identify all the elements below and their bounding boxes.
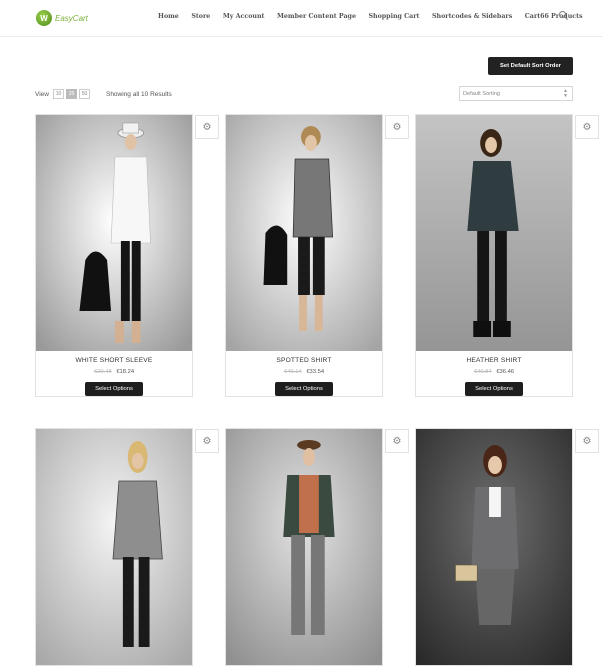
top-navigation-bar: W EasyCart Home Store My Account Member … (0, 0, 603, 37)
view-per-page: View 10 25 50 Showing all 10 Results (35, 89, 172, 99)
product-name[interactable]: HEATHER SHIRT (416, 357, 572, 364)
view-label: View (35, 90, 49, 98)
product-card[interactable] (415, 428, 573, 666)
product-card[interactable]: WHITE SHORT SLEEVE €20.48 €18.24 Select … (35, 114, 193, 397)
product-card[interactable]: SPOTTED SHIRT €40.14 €33.54 Select Optio… (225, 114, 383, 397)
gear-icon: ⚙ (202, 435, 212, 447)
gear-icon: ⚙ (582, 435, 592, 447)
quick-view-button[interactable]: ⚙ (385, 115, 409, 139)
product-image[interactable] (416, 429, 572, 665)
nav-shortcodes-sidebars[interactable]: Shortcodes & Sidebars (432, 13, 512, 20)
product-card[interactable] (35, 428, 193, 666)
quick-view-button[interactable]: ⚙ (575, 115, 599, 139)
page-size-10[interactable]: 10 (52, 89, 64, 99)
quick-view-button[interactable]: ⚙ (385, 429, 409, 453)
nav-my-account[interactable]: My Account (223, 13, 265, 20)
page-size-50[interactable]: 50 (78, 89, 90, 99)
original-price: €40.14 (283, 369, 302, 375)
sale-price: €36.46 (496, 369, 515, 375)
sale-price: €33.54 (306, 369, 325, 375)
quick-view-button[interactable]: ⚙ (575, 429, 599, 453)
sort-select[interactable]: Default Sorting ▲ ▼ (459, 86, 573, 101)
nav-home[interactable]: Home (158, 13, 179, 20)
product-name[interactable]: SPOTTED SHIRT (226, 357, 382, 364)
select-caret-icon: ▲ ▼ (563, 88, 568, 99)
sort-select-value: Default Sorting (463, 90, 501, 97)
product-card[interactable] (225, 428, 383, 666)
page-size-25[interactable]: 25 (65, 89, 77, 99)
product-card[interactable]: HEATHER SHIRT €40.84 €36.46 Select Optio… (415, 114, 573, 397)
results-count: Showing all 10 Results (105, 90, 172, 98)
gear-icon: ⚙ (202, 121, 212, 133)
search-icon[interactable] (558, 10, 569, 21)
original-price: €20.48 (93, 369, 112, 375)
sale-price: €18.24 (116, 369, 135, 375)
gear-icon: ⚙ (392, 435, 402, 447)
quick-view-button[interactable]: ⚙ (195, 115, 219, 139)
select-options-button[interactable]: Select Options (465, 382, 523, 396)
product-image[interactable] (36, 115, 192, 351)
gear-icon: ⚙ (392, 121, 402, 133)
logo-badge: W (36, 10, 52, 26)
main-nav: Home Store My Account Member Content Pag… (158, 13, 595, 20)
quick-view-button[interactable]: ⚙ (195, 429, 219, 453)
product-price: €20.48 €18.24 (36, 369, 192, 375)
product-image[interactable] (416, 115, 572, 351)
product-image[interactable] (226, 115, 382, 351)
product-price: €40.84 €36.46 (416, 369, 572, 375)
select-options-button[interactable]: Select Options (85, 382, 143, 396)
product-name[interactable]: WHITE SHORT SLEEVE (36, 357, 192, 364)
nav-member-content[interactable]: Member Content Page (277, 13, 356, 20)
gear-icon: ⚙ (582, 121, 592, 133)
site-logo[interactable]: W EasyCart (36, 9, 88, 27)
select-options-button[interactable]: Select Options (275, 382, 333, 396)
nav-store[interactable]: Store (191, 13, 210, 20)
product-price: €40.14 €33.54 (226, 369, 382, 375)
nav-cart66-products[interactable]: Cart66 Products (525, 13, 583, 20)
set-default-sort-order-button[interactable]: Set Default Sort Order (488, 57, 573, 75)
product-image[interactable] (226, 429, 382, 665)
product-image[interactable] (36, 429, 192, 665)
original-price: €40.84 (473, 369, 492, 375)
nav-shopping-cart[interactable]: Shopping Cart (368, 13, 419, 20)
logo-text: EasyCart (55, 13, 88, 23)
